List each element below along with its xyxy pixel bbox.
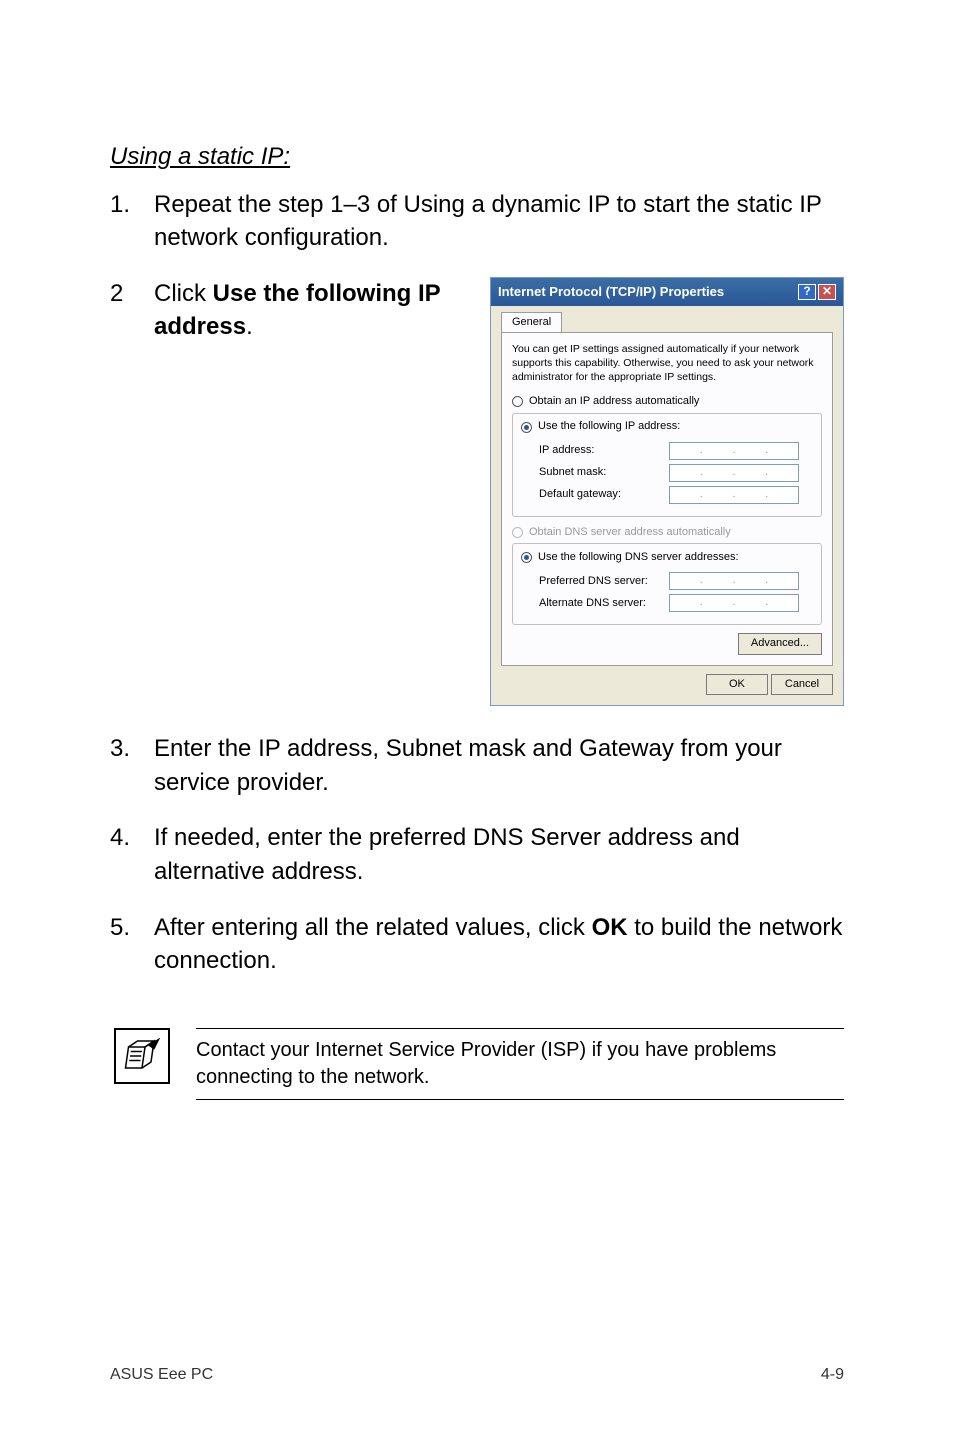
step-1-num: 1. [110,188,154,255]
step-2-text-b: . [246,313,253,340]
step-5: 5. After entering all the related values… [110,911,844,978]
step-3-text: Enter the IP address, Subnet mask and Ga… [154,732,844,799]
dialog-title: Internet Protocol (TCP/IP) Properties [498,283,798,301]
footer-right: 4-9 [821,1366,844,1384]
input-gateway[interactable]: ... [669,486,799,504]
tab-general[interactable]: General [501,312,562,332]
note: Contact your Internet Service Provider (… [110,1028,844,1100]
page-footer: ASUS Eee PC 4-9 [110,1366,844,1384]
note-icon [114,1028,170,1084]
input-ip[interactable]: ... [669,442,799,460]
step-4: 4. If needed, enter the preferred DNS Se… [110,821,844,888]
radio-obtain-ip-label: Obtain an IP address automatically [529,394,699,409]
input-mask[interactable]: ... [669,464,799,482]
step-2: 2 Click Use the following IP address. [110,277,470,344]
step-5-text: After entering all the related values, c… [154,911,844,978]
step-5-num: 5. [110,911,154,978]
step-5-bold: OK [592,914,628,941]
step-5-text-a: After entering all the related values, c… [154,914,592,941]
label-ip: IP address: [539,443,669,458]
step-3-num: 3. [110,732,154,799]
footer-left: ASUS Eee PC [110,1366,213,1384]
step-2-num: 2 [110,277,154,344]
radio-use-dns[interactable] [521,552,532,563]
tcpip-dialog: Internet Protocol (TCP/IP) Properties ? … [490,277,844,706]
ok-button[interactable]: OK [706,674,768,695]
input-dns2[interactable]: ... [669,594,799,612]
input-dns1[interactable]: ... [669,572,799,590]
step-4-text: If needed, enter the preferred DNS Serve… [154,821,844,888]
step-2-text: Click Use the following IP address. [154,277,470,344]
step-1: 1. Repeat the step 1–3 of Using a dynami… [110,188,844,255]
radio-obtain-ip[interactable] [512,396,523,407]
label-mask: Subnet mask: [539,465,669,480]
help-icon[interactable]: ? [798,284,816,300]
cancel-button[interactable]: Cancel [771,674,833,695]
radio-use-ip[interactable] [521,422,532,433]
advanced-button[interactable]: Advanced... [738,633,822,654]
label-dns1: Preferred DNS server: [539,574,669,589]
close-icon[interactable]: ✕ [818,284,836,300]
radio-use-ip-label: Use the following IP address: [538,419,680,434]
radio-obtain-dns [512,527,523,538]
step-4-num: 4. [110,821,154,888]
note-text: Contact your Internet Service Provider (… [196,1028,844,1100]
label-dns2: Alternate DNS server: [539,596,669,611]
radio-use-dns-label: Use the following DNS server addresses: [538,550,739,565]
section-heading: Using a static IP: [110,140,844,174]
step-2-text-a: Click [154,280,213,307]
radio-obtain-dns-label: Obtain DNS server address automatically [529,525,731,540]
step-3: 3. Enter the IP address, Subnet mask and… [110,732,844,799]
dialog-desc: You can get IP settings assigned automat… [512,343,822,384]
step-1-text: Repeat the step 1–3 of Using a dynamic I… [154,188,844,255]
label-gateway: Default gateway: [539,487,669,502]
